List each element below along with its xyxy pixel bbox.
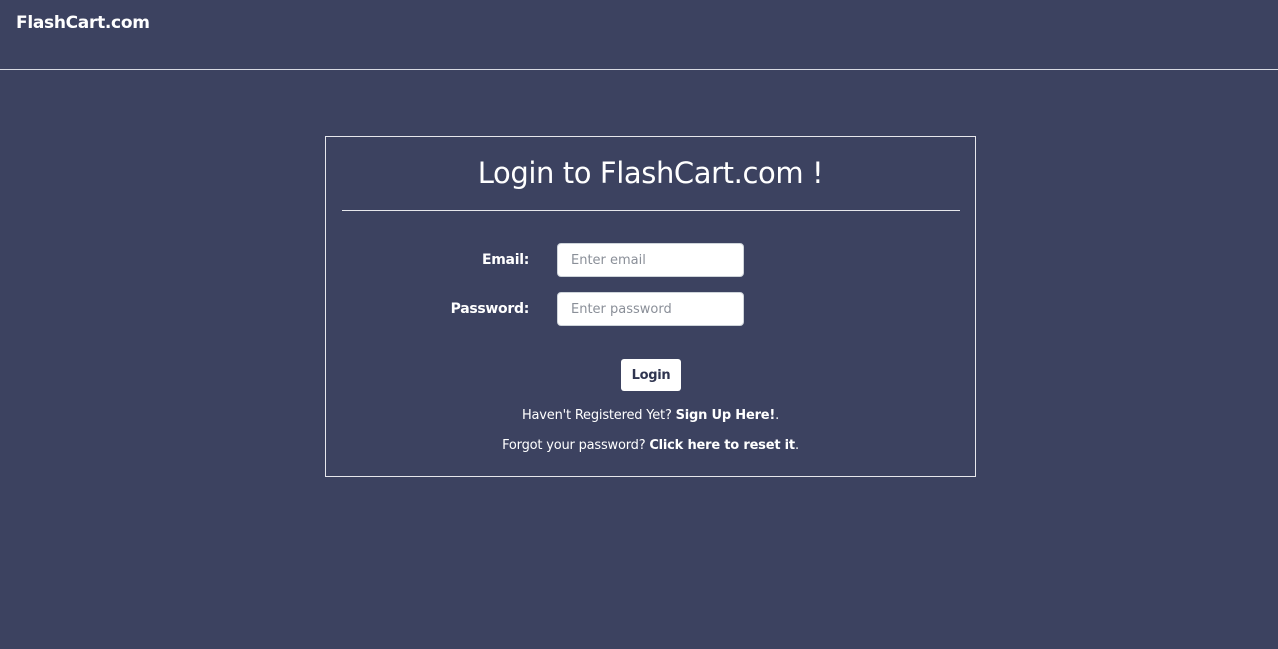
login-button[interactable]: Login [621, 359, 681, 391]
reset-prompt-line: Forgot your password? Click here to rese… [326, 436, 975, 456]
login-card: Login to FlashCart.com ! Email: Password… [325, 136, 976, 477]
brand-link[interactable]: FlashCart.com [16, 12, 150, 34]
email-input[interactable] [557, 243, 744, 277]
password-label: Password: [450, 301, 530, 317]
signup-link[interactable]: Sign Up Here! [676, 408, 776, 423]
reset-suffix: . [794, 438, 799, 453]
title-divider [342, 210, 960, 211]
reset-prompt-text: Forgot your password? [502, 438, 650, 453]
login-title: Login to FlashCart.com ! [477, 156, 824, 190]
email-label: Email: [482, 252, 529, 268]
signup-suffix: . [775, 408, 780, 423]
signup-prompt-line: Haven't Registered Yet? Sign Up Here!. [326, 406, 975, 426]
navbar: FlashCart.com [0, 0, 1278, 70]
password-input[interactable] [557, 292, 744, 326]
signup-prompt-text: Haven't Registered Yet? [521, 408, 676, 423]
reset-password-link[interactable]: Click here to reset it [649, 438, 795, 453]
